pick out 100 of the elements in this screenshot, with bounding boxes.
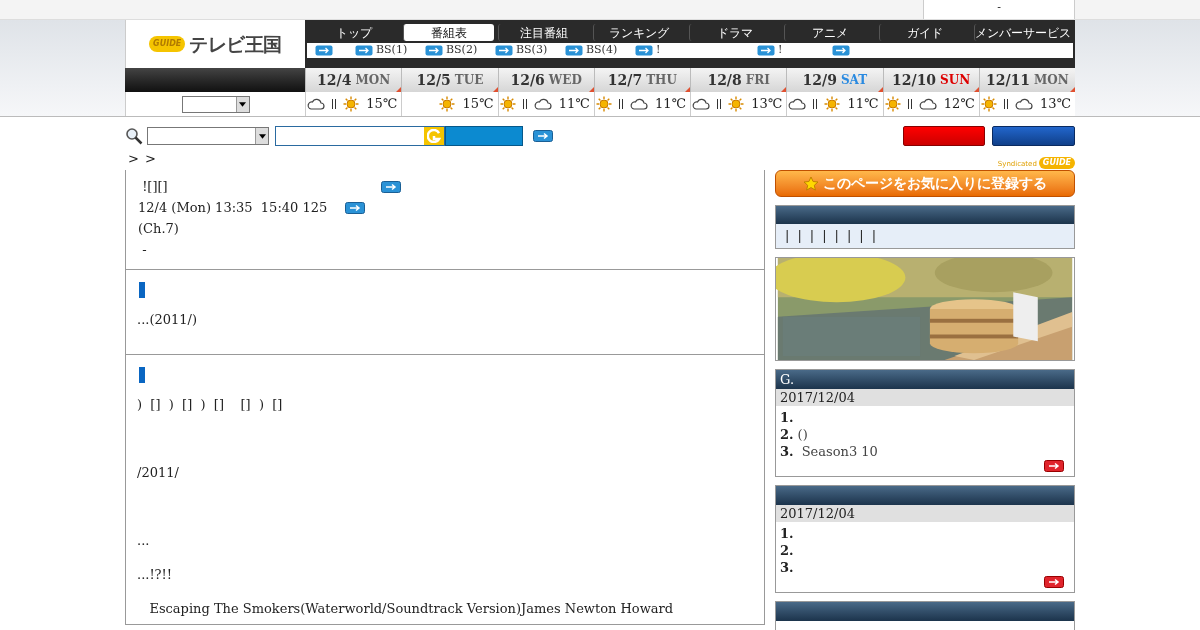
temperature-text: 15℃ bbox=[462, 95, 494, 114]
rank-number: 2. bbox=[780, 541, 794, 560]
arrow-button[interactable] bbox=[533, 130, 553, 142]
subnav-link[interactable]: ! bbox=[778, 42, 783, 59]
search-icon bbox=[125, 127, 143, 145]
date-text: 12/4 bbox=[317, 70, 352, 90]
weekday-text: SUN bbox=[940, 72, 971, 89]
temperature-text: 11℃ bbox=[654, 95, 686, 114]
cloud-icon bbox=[918, 97, 937, 111]
nav-tab[interactable]: ガイド bbox=[878, 24, 970, 41]
rank-number: 3. bbox=[780, 558, 794, 577]
date-text: 12/7 bbox=[607, 70, 643, 90]
body-text: /2011/ bbox=[137, 464, 179, 482]
cloud-icon bbox=[629, 97, 648, 111]
nav-tab[interactable]: ドラマ bbox=[688, 24, 780, 41]
subnav-link[interactable]: ! bbox=[656, 42, 661, 59]
subnav-link[interactable]: BS(2) bbox=[446, 42, 478, 59]
date-label: 2017/12/04 bbox=[780, 388, 855, 407]
nav-tab[interactable]: 注目番組 bbox=[498, 24, 590, 41]
caret-icon bbox=[258, 133, 266, 139]
logo-title: テレビ王国 bbox=[189, 31, 282, 57]
date-tab[interactable]: 12/4 MON bbox=[305, 68, 402, 92]
sun-icon bbox=[439, 96, 456, 112]
separator-text: | bbox=[822, 227, 827, 246]
date-text: 12/10 bbox=[892, 70, 937, 90]
weekday-text: MON bbox=[355, 72, 391, 89]
section-marker bbox=[139, 367, 145, 383]
separator-text: | bbox=[871, 227, 877, 246]
caret-icon bbox=[239, 101, 246, 107]
nav-tab[interactable]: アニメ bbox=[783, 24, 875, 41]
subnav-link[interactable]: BS(4) bbox=[586, 42, 618, 59]
body-text: ... bbox=[137, 532, 150, 550]
star-icon bbox=[803, 175, 819, 192]
nav-tab[interactable]: メンバーサービス bbox=[974, 24, 1071, 41]
rank-number: 1. bbox=[780, 408, 794, 427]
weekday-text: MON bbox=[1034, 72, 1069, 89]
date-tab[interactable]: 12/10 SUN bbox=[882, 68, 979, 92]
separator-icon bbox=[812, 98, 819, 110]
sun-icon bbox=[595, 96, 612, 112]
separator-icon bbox=[331, 98, 338, 110]
date-text: 12/11 bbox=[985, 70, 1031, 90]
date-tab[interactable]: 12/6 WED bbox=[497, 68, 594, 92]
program-title: ![][] bbox=[141, 178, 169, 196]
nav-tab[interactable]: ランキング bbox=[593, 24, 685, 41]
nav-tab[interactable]: トップ bbox=[309, 24, 400, 41]
separator-text: > bbox=[128, 150, 139, 169]
cloud-icon bbox=[692, 97, 711, 111]
body-text: Escaping The Smokers(Waterworld/Soundtrack Version)James Newton Howard bbox=[148, 600, 674, 618]
separator-text: | bbox=[834, 227, 839, 246]
date-text: 12/9 bbox=[802, 70, 837, 90]
arrow-button[interactable] bbox=[1044, 460, 1064, 472]
weekday-text: TUE bbox=[454, 72, 484, 89]
cloud-icon bbox=[533, 97, 552, 111]
weekday-text: FRI bbox=[745, 72, 770, 89]
date-text: 12/6 bbox=[510, 70, 545, 90]
sun-icon bbox=[343, 96, 360, 112]
separator-icon bbox=[906, 98, 913, 110]
sun-icon bbox=[499, 96, 516, 112]
sun-icon bbox=[884, 96, 901, 112]
separator-icon bbox=[1002, 98, 1009, 110]
subnav-link[interactable]: BS(1) bbox=[376, 42, 408, 59]
rank-number: 2. bbox=[780, 425, 794, 444]
search-button[interactable] bbox=[445, 126, 523, 146]
cloud-icon bbox=[1014, 97, 1033, 111]
dropdown[interactable] bbox=[147, 127, 269, 145]
temperature-text: 15℃ bbox=[366, 95, 398, 114]
temperature-text: 11℃ bbox=[558, 95, 590, 114]
temperature-text: 12℃ bbox=[943, 95, 975, 114]
date-label: 2017/12/04 bbox=[780, 504, 855, 523]
sun-icon bbox=[824, 96, 841, 112]
date-tab[interactable]: 12/7 THU bbox=[593, 68, 690, 92]
search-field[interactable] bbox=[275, 126, 445, 146]
subnav-link[interactable]: BS(3) bbox=[516, 42, 548, 59]
section-marker bbox=[139, 282, 145, 298]
body-text: ) [] ) [] ) [] [] ) [] bbox=[137, 396, 283, 414]
date-tab[interactable]: 12/11 MON bbox=[978, 68, 1075, 92]
date-tab[interactable]: 12/5 TUE bbox=[401, 68, 498, 92]
cloud-icon bbox=[788, 97, 807, 111]
separator-icon bbox=[521, 98, 528, 110]
rank-number: 1. bbox=[780, 524, 794, 543]
separator-text: | bbox=[797, 227, 802, 246]
date-tab[interactable]: 12/9 SAT bbox=[786, 68, 883, 92]
date-tab[interactable]: 12/8 FRI bbox=[690, 68, 787, 92]
arrow-button[interactable] bbox=[1044, 576, 1064, 588]
airtime-text: 12/4 (Mon) 13:35 15:40 125 bbox=[138, 199, 329, 217]
note-text: - bbox=[141, 241, 147, 259]
separator-text: | bbox=[846, 227, 852, 246]
account-text: - bbox=[997, 0, 1001, 16]
action-button[interactable] bbox=[903, 126, 985, 146]
dropdown[interactable] bbox=[181, 95, 250, 113]
sun-icon bbox=[980, 96, 997, 112]
action-button[interactable] bbox=[992, 126, 1075, 146]
separator-text: | bbox=[785, 227, 790, 246]
nav-tab[interactable]: 番組表 bbox=[403, 24, 495, 41]
arrow-button[interactable] bbox=[345, 202, 365, 214]
logo-badge: GUIDE bbox=[149, 36, 186, 52]
arrow-button[interactable] bbox=[381, 181, 401, 193]
separator-text: | bbox=[809, 227, 815, 246]
temperature-text: 13℃ bbox=[1039, 95, 1071, 114]
weekday-text: SAT bbox=[840, 72, 868, 89]
